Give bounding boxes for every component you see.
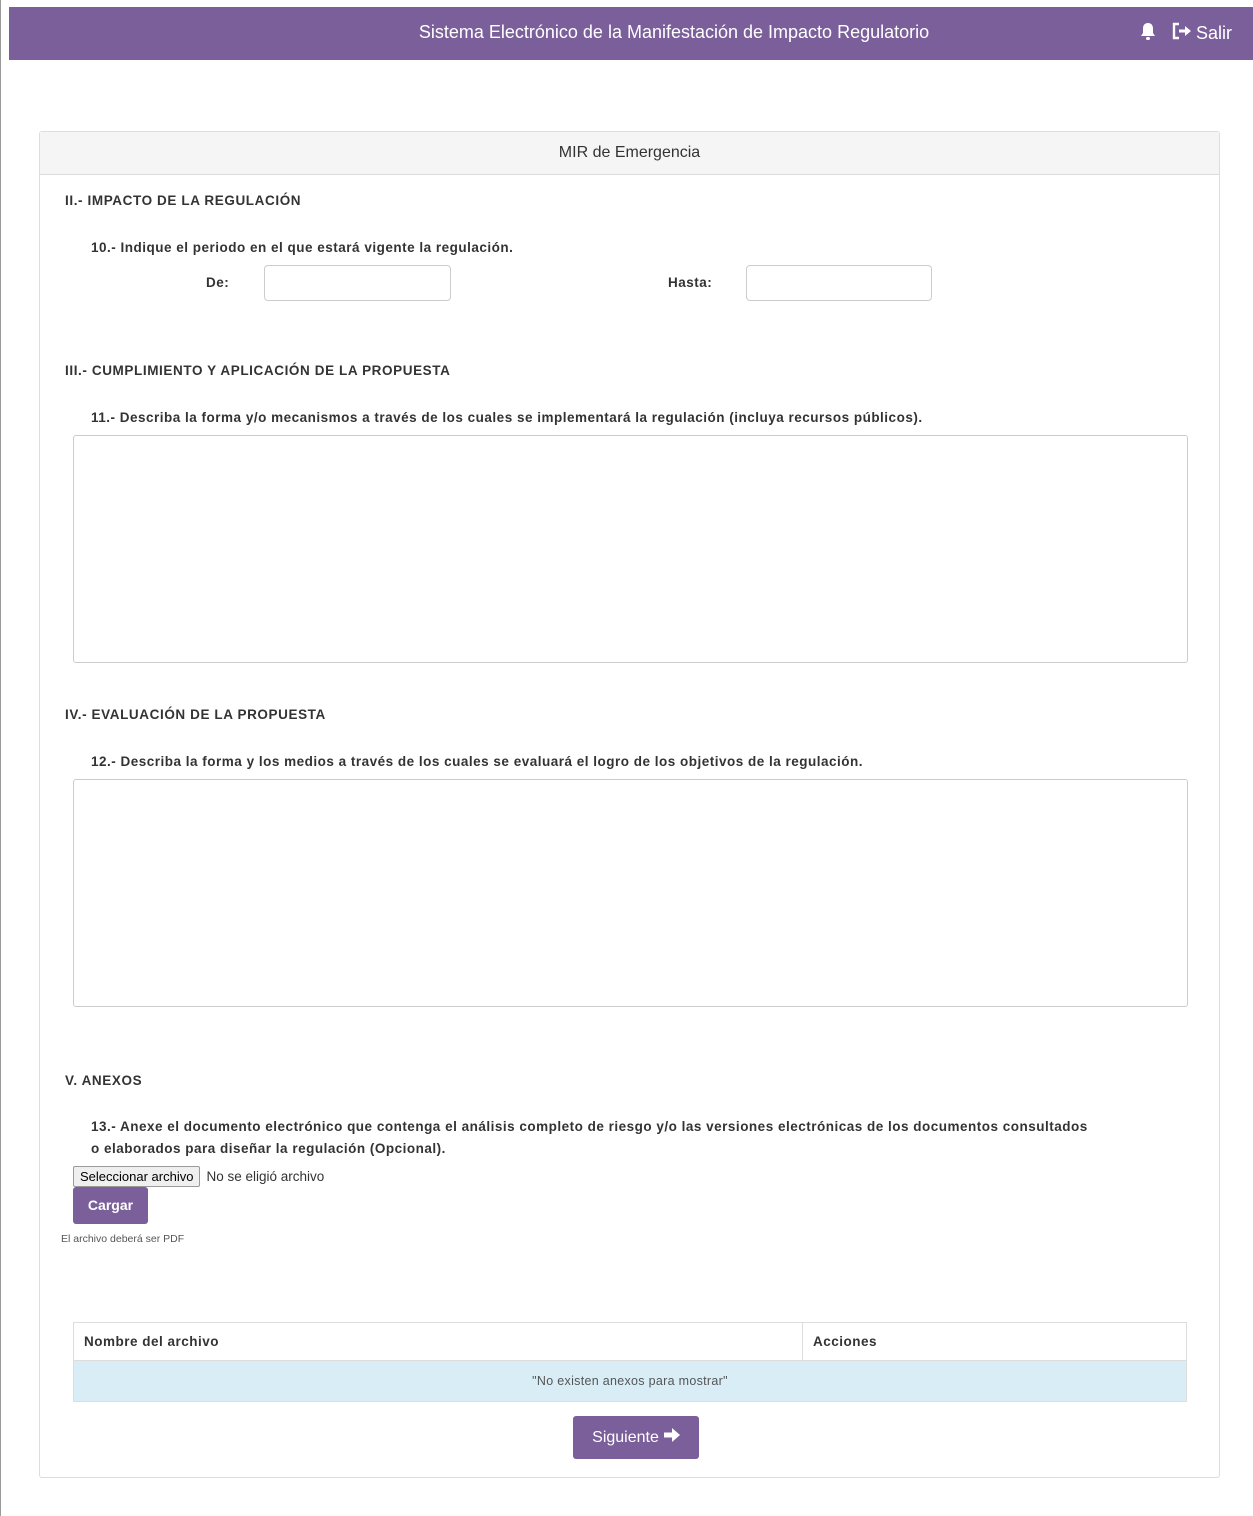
table-header-row: Nombre del archivo Acciones bbox=[73, 1322, 1187, 1361]
upload-button[interactable]: Cargar bbox=[73, 1187, 148, 1224]
arrow-right-icon bbox=[663, 1428, 680, 1447]
top-navbar: Sistema Electrónico de la Manifestación … bbox=[9, 7, 1253, 60]
page: Sistema Electrónico de la Manifestación … bbox=[0, 0, 1253, 1516]
section-iii-title: III.- CUMPLIMIENTO Y APLICACIÓN DE LA PR… bbox=[65, 363, 451, 378]
from-label: De: bbox=[206, 275, 230, 290]
pdf-hint: El archivo deberá ser PDF bbox=[61, 1233, 185, 1245]
empty-table-message: "No existen anexos para mostrar" bbox=[73, 1360, 1187, 1402]
bell-icon[interactable] bbox=[1139, 22, 1157, 42]
mir-form-card: MIR de Emergencia II.- IMPACTO DE LA REG… bbox=[39, 131, 1220, 1478]
from-date-input[interactable] bbox=[264, 265, 451, 301]
logout-label: Salir bbox=[1196, 22, 1233, 43]
question-12: 12.- Describa la forma y los medios a tr… bbox=[91, 754, 864, 769]
column-header-filename: Nombre del archivo bbox=[73, 1322, 803, 1361]
question-10: 10.- Indique el periodo en el que estará… bbox=[91, 240, 514, 255]
evaluation-textarea[interactable] bbox=[73, 779, 1188, 1007]
annex-table-wrapper: Nombre del archivo Acciones "No existen … bbox=[73, 1322, 1187, 1402]
card-title: MIR de Emergencia bbox=[40, 132, 1219, 175]
file-picker: Seleccionar archivo No se eligió archivo bbox=[73, 1166, 324, 1187]
question-11: 11.- Describa la forma y/o mecanismos a … bbox=[91, 410, 923, 425]
to-label: Hasta: bbox=[668, 275, 713, 290]
next-button[interactable]: Siguiente bbox=[573, 1416, 699, 1459]
logout-button[interactable]: Salir bbox=[1171, 21, 1232, 45]
next-button-label: Siguiente bbox=[592, 1428, 659, 1446]
question-13-line2: o elaborados para diseñar la regulación … bbox=[91, 1141, 446, 1156]
app-title: Sistema Electrónico de la Manifestación … bbox=[418, 22, 930, 42]
to-date-input[interactable] bbox=[746, 265, 932, 301]
file-status-text: No se eligió archivo bbox=[206, 1169, 325, 1184]
question-13-line1: 13.- Anexe el documento electrónico que … bbox=[91, 1119, 1088, 1134]
section-iv-title: IV.- EVALUACIÓN DE LA PROPUESTA bbox=[65, 707, 326, 722]
annex-table: Nombre del archivo Acciones "No existen … bbox=[73, 1322, 1187, 1402]
section-v-title: V. ANEXOS bbox=[65, 1073, 143, 1088]
column-header-actions: Acciones bbox=[802, 1322, 1187, 1361]
table-row: "No existen anexos para mostrar" bbox=[73, 1360, 1187, 1402]
logout-icon bbox=[1171, 22, 1193, 45]
implementation-textarea[interactable] bbox=[73, 435, 1188, 663]
select-file-button[interactable]: Seleccionar archivo bbox=[73, 1166, 201, 1187]
section-ii-title: II.- IMPACTO DE LA REGULACIÓN bbox=[65, 193, 302, 208]
